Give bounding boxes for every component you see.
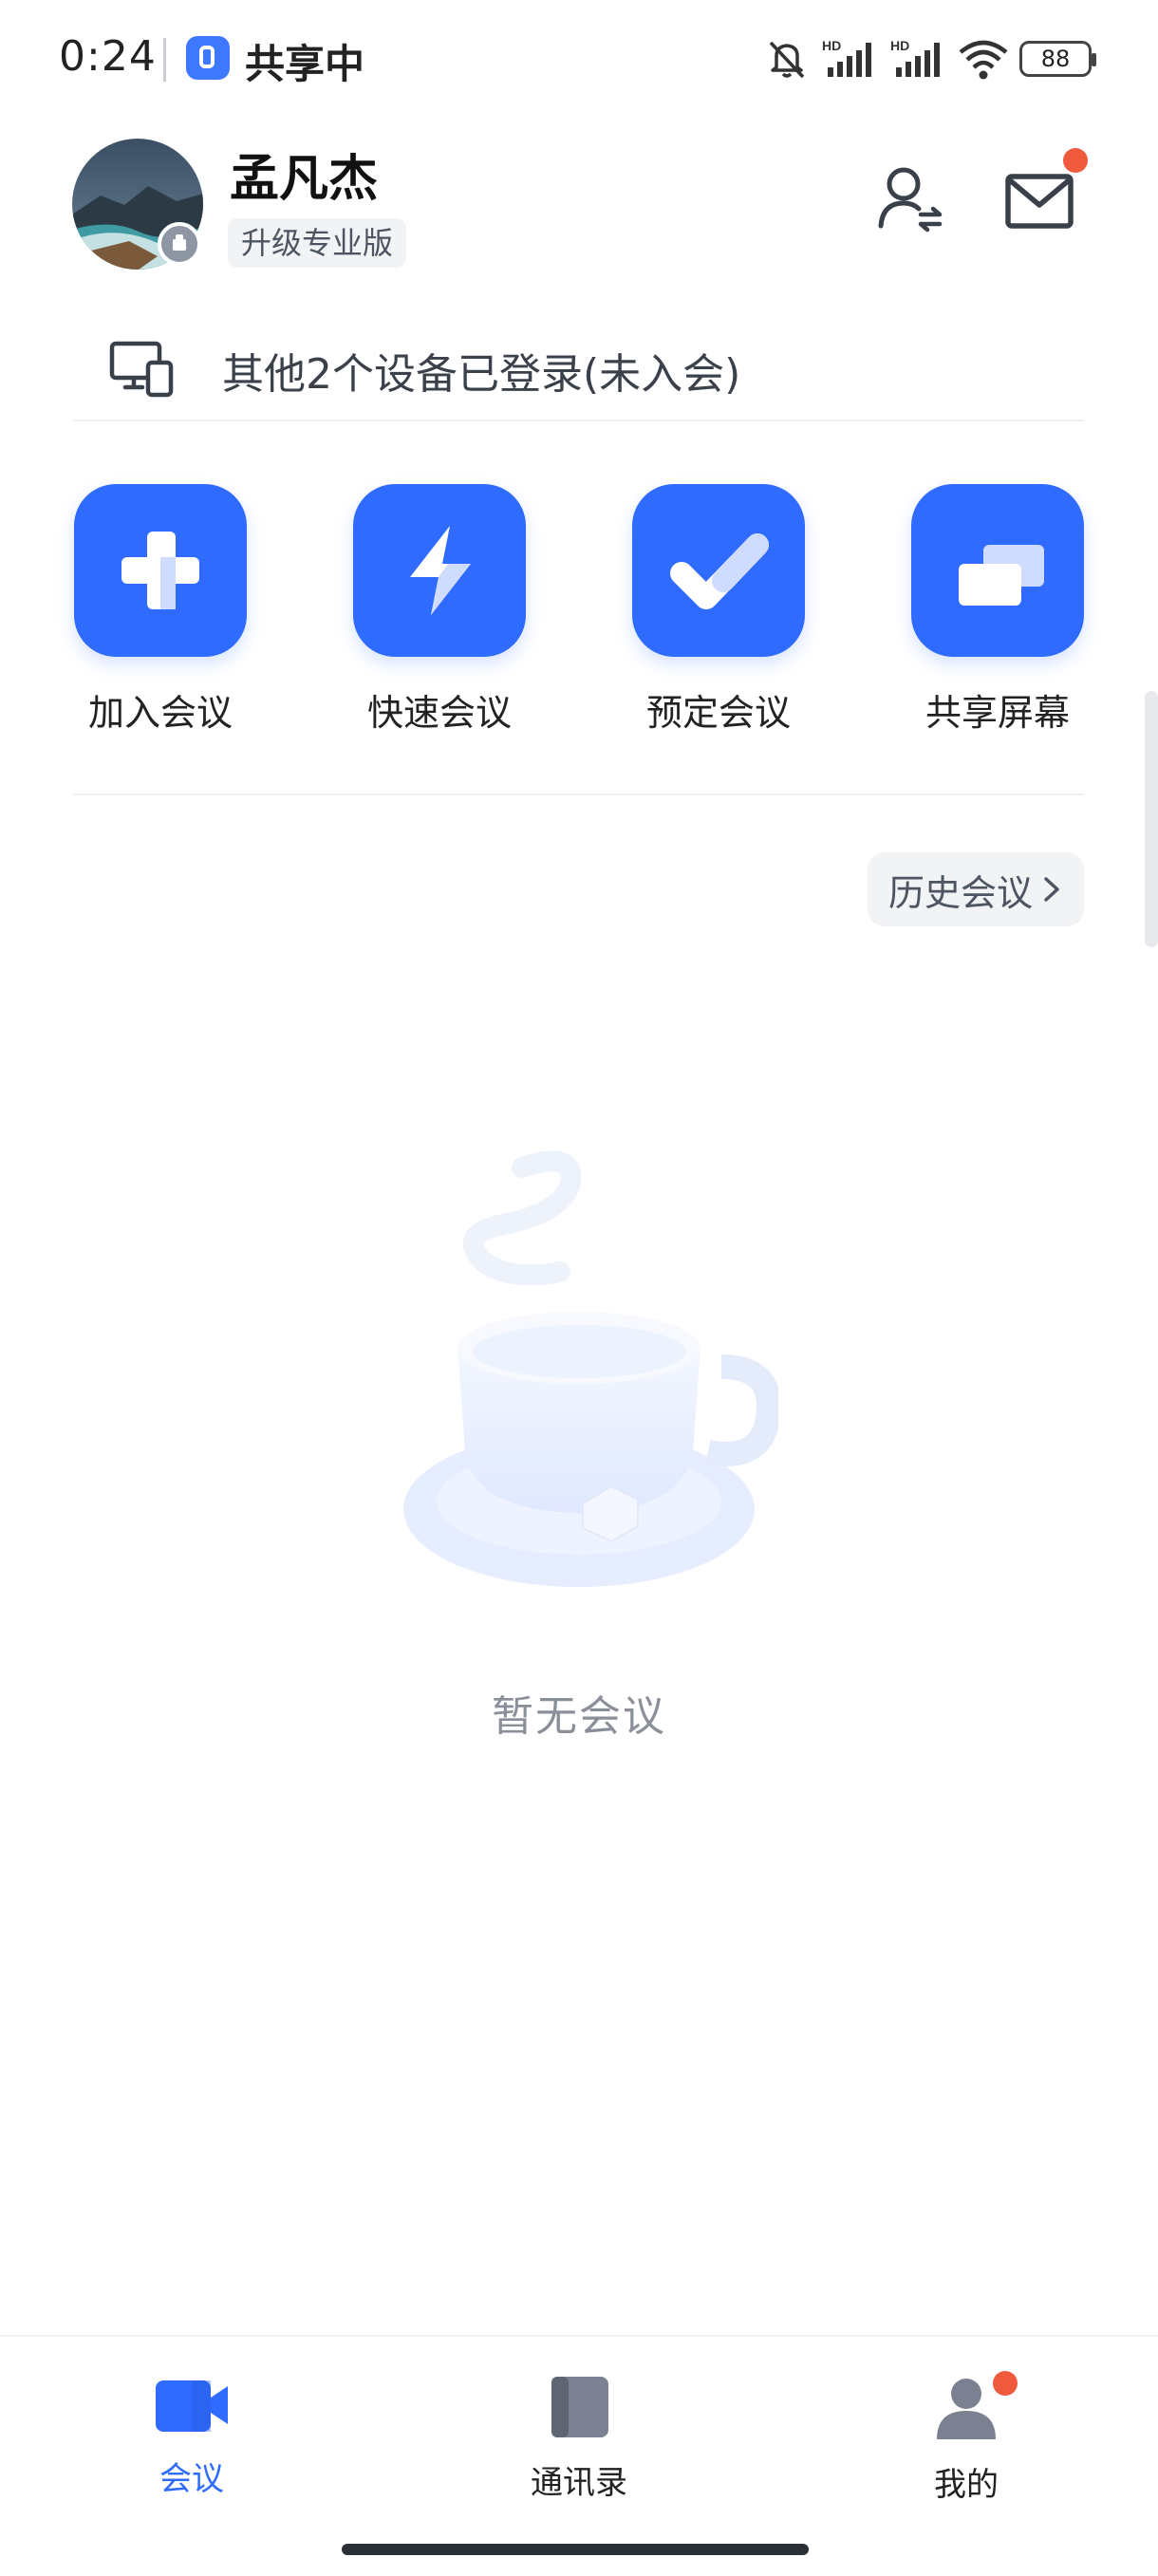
tab-contacts-label: 通讯录 (531, 2464, 627, 2502)
signal-hd-icon: HD (822, 38, 871, 77)
share-screen-label: 共享屏幕 (925, 692, 1070, 734)
svg-text:HD: HD (890, 38, 909, 53)
tab-meetings-label: 会议 (159, 2460, 224, 2498)
person-icon (937, 2379, 996, 2439)
upgrade-pro-button[interactable]: 升级专业版 (228, 218, 407, 268)
join-meeting-action[interactable]: 加入会议 (65, 484, 255, 736)
tab-contacts[interactable]: 通讯录 (465, 2375, 693, 2503)
schedule-meeting-action[interactable]: 预定会议 (624, 484, 813, 736)
status-divider (163, 38, 166, 82)
plus-icon (121, 532, 199, 609)
empty-state-text: 暂无会议 (492, 1692, 666, 1741)
sharing-status-text: 共享中 (245, 41, 365, 87)
battery-level: 88 (1040, 46, 1071, 72)
svg-text:HD: HD (822, 38, 841, 53)
schedule-meeting-label: 预定会议 (645, 692, 791, 734)
messages-button[interactable] (1000, 161, 1082, 237)
contacts-book-icon (551, 2377, 608, 2437)
home-indicator[interactable] (342, 2544, 809, 2555)
quick-meeting-tile[interactable] (353, 484, 526, 657)
tab-meetings[interactable]: 会议 (78, 2375, 306, 2499)
quick-meeting-action[interactable]: 快速会议 (345, 484, 534, 736)
logged-in-devices-row[interactable]: 其他2个设备已登录(未入会) (74, 321, 1084, 421)
mute-bell-icon (769, 41, 805, 79)
tab-me-label: 我的 (934, 2466, 999, 2504)
switch-account-button[interactable] (873, 161, 949, 237)
wifi-icon (959, 40, 1008, 80)
section-divider (74, 793, 1084, 795)
schedule-meeting-tile[interactable] (632, 484, 805, 657)
share-screen-tile[interactable] (911, 484, 1084, 657)
tab-me[interactable]: 我的 (852, 2371, 1080, 2505)
history-meetings-button[interactable]: 历史会议 (868, 852, 1084, 926)
join-meeting-label: 加入会议 (87, 692, 233, 734)
bottom-navigation: 会议 通讯录 我的 (0, 2335, 1158, 2576)
share-screen-action[interactable]: 共享屏幕 (903, 484, 1093, 736)
status-time: 0:24 (59, 32, 157, 81)
quick-meeting-label: 快速会议 (366, 692, 512, 734)
status-icons: HD HD 88 (763, 32, 1096, 85)
lightning-icon (410, 526, 471, 615)
join-meeting-tile[interactable] (74, 484, 247, 657)
video-camera-icon (156, 2380, 228, 2432)
devices-icon (109, 341, 174, 398)
unread-badge (1063, 148, 1088, 173)
history-meetings-label: 历史会议 (887, 871, 1033, 914)
signal-hd-icon-2: HD (890, 38, 940, 77)
avatar-status-badge (158, 222, 201, 266)
screen-share-status-icon (186, 36, 230, 80)
devices-notice-text: 其他2个设备已登录(未入会) (222, 350, 741, 399)
mail-icon (1005, 174, 1074, 229)
person-switch-icon (878, 167, 943, 233)
screen-share-icon (959, 545, 1044, 606)
coffee-cup-illustration (403, 1150, 778, 1587)
battery-indicator: 88 (1019, 41, 1096, 77)
tab-me-badge (993, 2371, 1018, 2396)
user-name: 孟凡杰 (230, 151, 379, 208)
chevron-right-icon (1044, 877, 1059, 902)
check-icon (670, 533, 769, 609)
scroll-indicator[interactable] (1145, 691, 1158, 947)
